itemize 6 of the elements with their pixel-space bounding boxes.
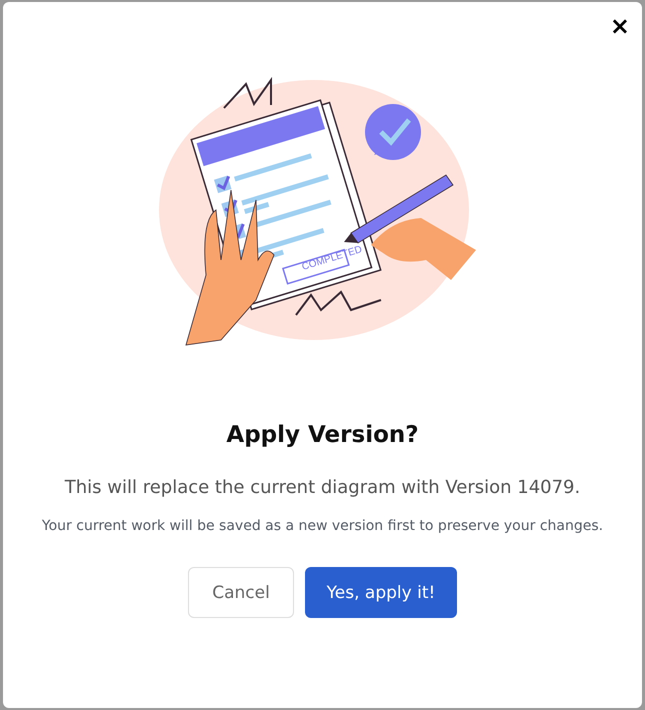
confirm-button[interactable]: Yes, apply it! (305, 567, 457, 618)
cancel-button[interactable]: Cancel (188, 567, 294, 618)
close-button[interactable]: × (606, 12, 634, 40)
dialog-message: This will replace the current diagram with Version 14079. (64, 476, 582, 500)
dialog-title: Apply Version? (226, 422, 419, 448)
dialog-note: Your current work will be saved as a new version first to preserve your changes. (40, 517, 604, 536)
